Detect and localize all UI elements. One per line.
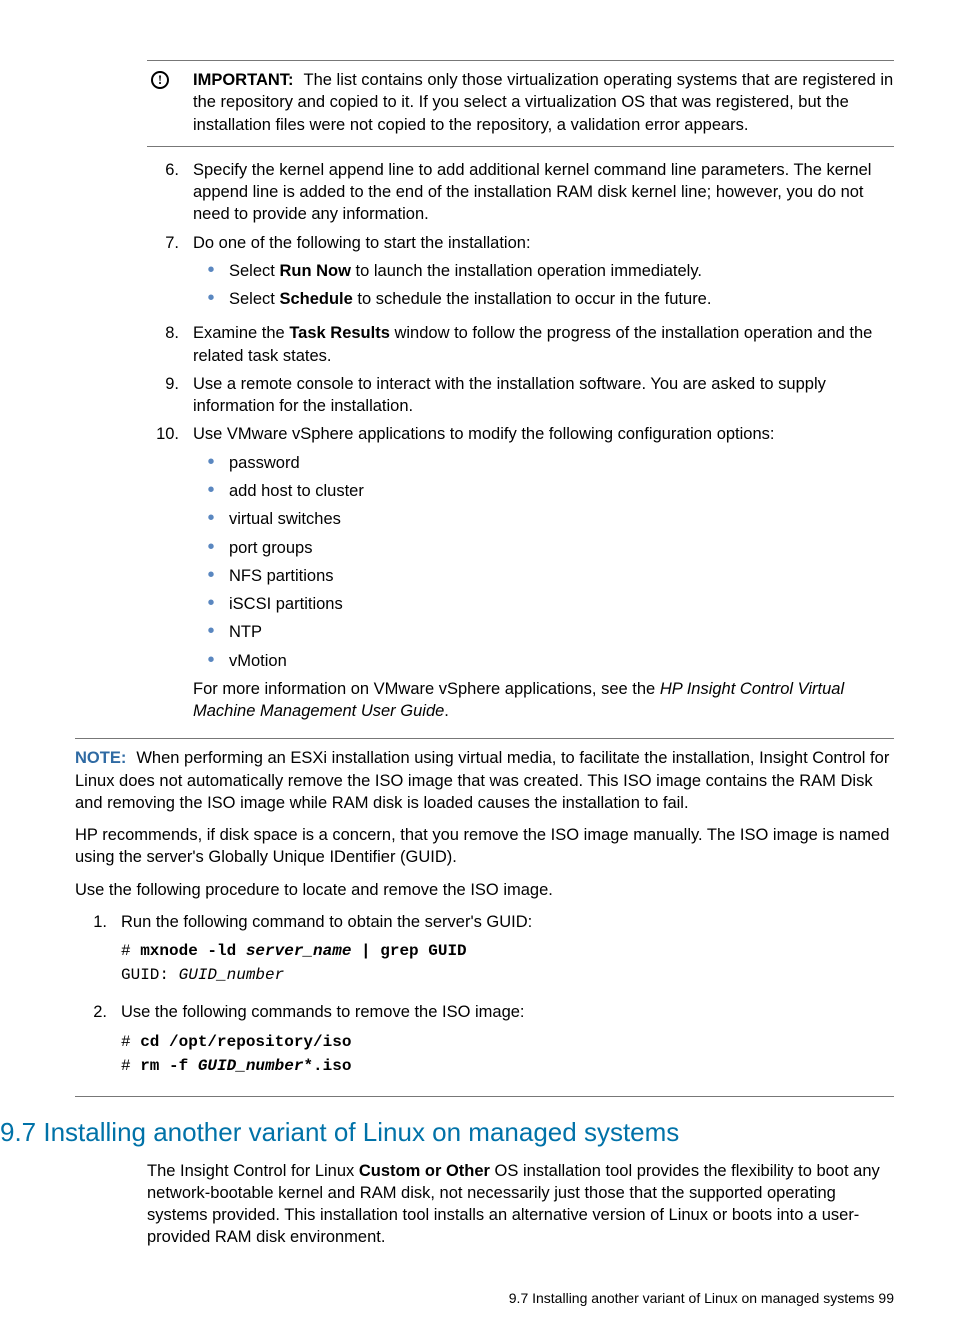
- list-item: NFS partitions: [193, 565, 894, 587]
- list-item: vMotion: [193, 650, 894, 672]
- step-10-list: password add host to cluster virtual swi…: [193, 452, 894, 672]
- important-text: The list contains only those virtualizat…: [193, 71, 893, 134]
- list-text: port groups: [229, 537, 894, 559]
- section-9-7-intro: The Insight Control for Linux Custom or …: [147, 1160, 894, 1249]
- step-body: Do one of the following to start the ins…: [193, 232, 894, 317]
- code-block: # mxnode -ld server_name | grep GUID GUI…: [121, 939, 894, 987]
- step-8: 8. Examine the Task Results window to fo…: [147, 322, 894, 367]
- list-item: Select Run Now to launch the installatio…: [193, 260, 894, 282]
- bullet-icon: [193, 288, 229, 310]
- list-text: Select Run Now to launch the installatio…: [229, 260, 894, 282]
- step-body: Run the following command to obtain the …: [121, 911, 894, 995]
- list-text: virtual switches: [229, 508, 894, 530]
- bullet-icon: [193, 650, 229, 672]
- step-10-tail: For more information on VMware vSphere a…: [193, 678, 894, 723]
- list-item: iSCSI partitions: [193, 593, 894, 615]
- list-item: port groups: [193, 537, 894, 559]
- bullet-icon: [193, 508, 229, 530]
- note-steps: 1. Run the following command to obtain t…: [75, 911, 894, 1086]
- bullet-icon: [193, 452, 229, 474]
- note-p2: HP recommends, if disk space is a concer…: [75, 824, 894, 869]
- list-item: NTP: [193, 621, 894, 643]
- list-text: vMotion: [229, 650, 894, 672]
- list-item: virtual switches: [193, 508, 894, 530]
- note-step-1: 1. Run the following command to obtain t…: [75, 911, 894, 995]
- note-label: NOTE:: [75, 749, 126, 767]
- step-6: 6. Specify the kernel append line to add…: [147, 159, 894, 226]
- step-number: 8.: [147, 322, 193, 367]
- list-text: NFS partitions: [229, 565, 894, 587]
- step-body: Use a remote console to interact with th…: [193, 373, 894, 418]
- divider: [75, 738, 894, 739]
- step-10-intro: Use VMware vSphere applications to modif…: [193, 423, 894, 445]
- list-text: Select Schedule to schedule the installa…: [229, 288, 894, 310]
- step-number: 9.: [147, 373, 193, 418]
- step-number: 10.: [147, 423, 193, 728]
- step-body: Examine the Task Results window to follo…: [193, 322, 894, 367]
- note-step-2: 2. Use the following commands to remove …: [75, 1001, 894, 1085]
- step-number: 2.: [75, 1001, 121, 1085]
- note-p1: NOTE:When performing an ESXi installatio…: [75, 747, 894, 814]
- important-label: IMPORTANT:: [193, 71, 294, 89]
- step-body: Specify the kernel append line to add ad…: [193, 159, 894, 226]
- list-item: password: [193, 452, 894, 474]
- alert-icon-wrap: !: [147, 69, 193, 136]
- main-steps: 6. Specify the kernel append line to add…: [147, 159, 894, 729]
- step-7-intro: Do one of the following to start the ins…: [193, 232, 894, 254]
- bullet-icon: [193, 621, 229, 643]
- step-body: Use the following commands to remove the…: [121, 1001, 894, 1085]
- bullet-icon: [193, 565, 229, 587]
- step-number: 1.: [75, 911, 121, 995]
- list-item: add host to cluster: [193, 480, 894, 502]
- note-section: NOTE:When performing an ESXi installatio…: [75, 747, 894, 1085]
- list-text: add host to cluster: [229, 480, 894, 502]
- code-block: # cd /opt/repository/iso # rm -f GUID_nu…: [121, 1030, 894, 1078]
- bullet-icon: [193, 480, 229, 502]
- bullet-icon: [193, 260, 229, 282]
- list-item: Select Schedule to schedule the installa…: [193, 288, 894, 310]
- step-10: 10. Use VMware vSphere applications to m…: [147, 423, 894, 728]
- list-text: iSCSI partitions: [229, 593, 894, 615]
- list-text: NTP: [229, 621, 894, 643]
- step-number: 6.: [147, 159, 193, 226]
- step-9: 9. Use a remote console to interact with…: [147, 373, 894, 418]
- important-body: IMPORTANT:The list contains only those v…: [193, 69, 894, 136]
- note-p3: Use the following procedure to locate an…: [75, 879, 894, 901]
- step-7: 7. Do one of the following to start the …: [147, 232, 894, 317]
- section-heading-9-7: 9.7 Installing another variant of Linux …: [0, 1115, 894, 1150]
- step-number: 7.: [147, 232, 193, 317]
- list-text: password: [229, 452, 894, 474]
- bullet-icon: [193, 593, 229, 615]
- alert-icon: !: [151, 71, 169, 89]
- bullet-icon: [193, 537, 229, 559]
- step-7-list: Select Run Now to launch the installatio…: [193, 260, 894, 311]
- page-footer: 9.7 Installing another variant of Linux …: [75, 1289, 894, 1308]
- important-callout: ! IMPORTANT:The list contains only those…: [147, 60, 894, 147]
- divider: [75, 1096, 894, 1097]
- step-body: Use VMware vSphere applications to modif…: [193, 423, 894, 728]
